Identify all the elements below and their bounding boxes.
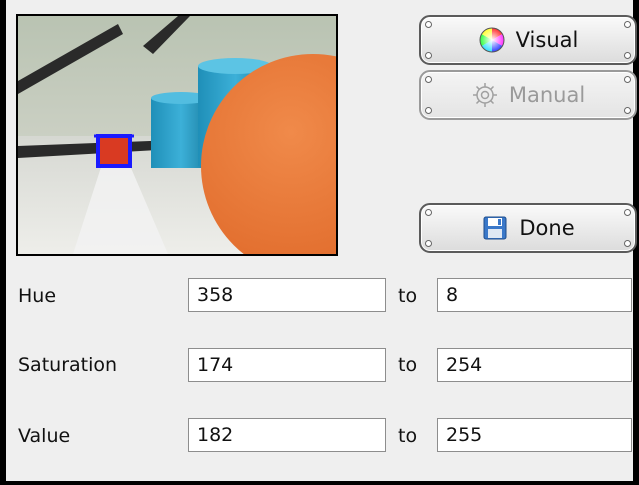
window-left-border xyxy=(0,0,6,485)
color-wheel-icon xyxy=(478,26,506,54)
manual-button-label: Manual xyxy=(508,83,586,107)
window-bottom-border xyxy=(0,481,639,485)
saturation-label: Saturation xyxy=(18,354,118,376)
camera-image xyxy=(18,16,336,254)
value-to-field[interactable]: 255 xyxy=(437,418,632,452)
saturation-to-field[interactable]: 254 xyxy=(437,348,632,382)
done-button-label: Done xyxy=(519,216,575,240)
visual-button[interactable]: Visual xyxy=(419,15,637,65)
hue-to-label: to xyxy=(398,285,418,307)
saturation-to-label: to xyxy=(398,354,418,376)
done-button[interactable]: Done xyxy=(419,203,637,253)
saturation-from-field[interactable]: 174 xyxy=(188,348,386,382)
value-from-field[interactable]: 182 xyxy=(188,418,386,452)
hue-from-field[interactable]: 358 xyxy=(188,278,386,312)
value-to-label: to xyxy=(398,425,418,447)
value-label: Value xyxy=(18,425,71,447)
visual-button-label: Visual xyxy=(515,28,579,52)
gear-icon xyxy=(471,81,499,109)
floppy-save-icon xyxy=(481,214,509,242)
hue-to-field[interactable]: 8 xyxy=(437,278,632,312)
manual-button[interactable]: Manual xyxy=(419,70,637,120)
camera-preview[interactable] xyxy=(16,14,338,256)
hue-label: Hue xyxy=(18,285,57,307)
